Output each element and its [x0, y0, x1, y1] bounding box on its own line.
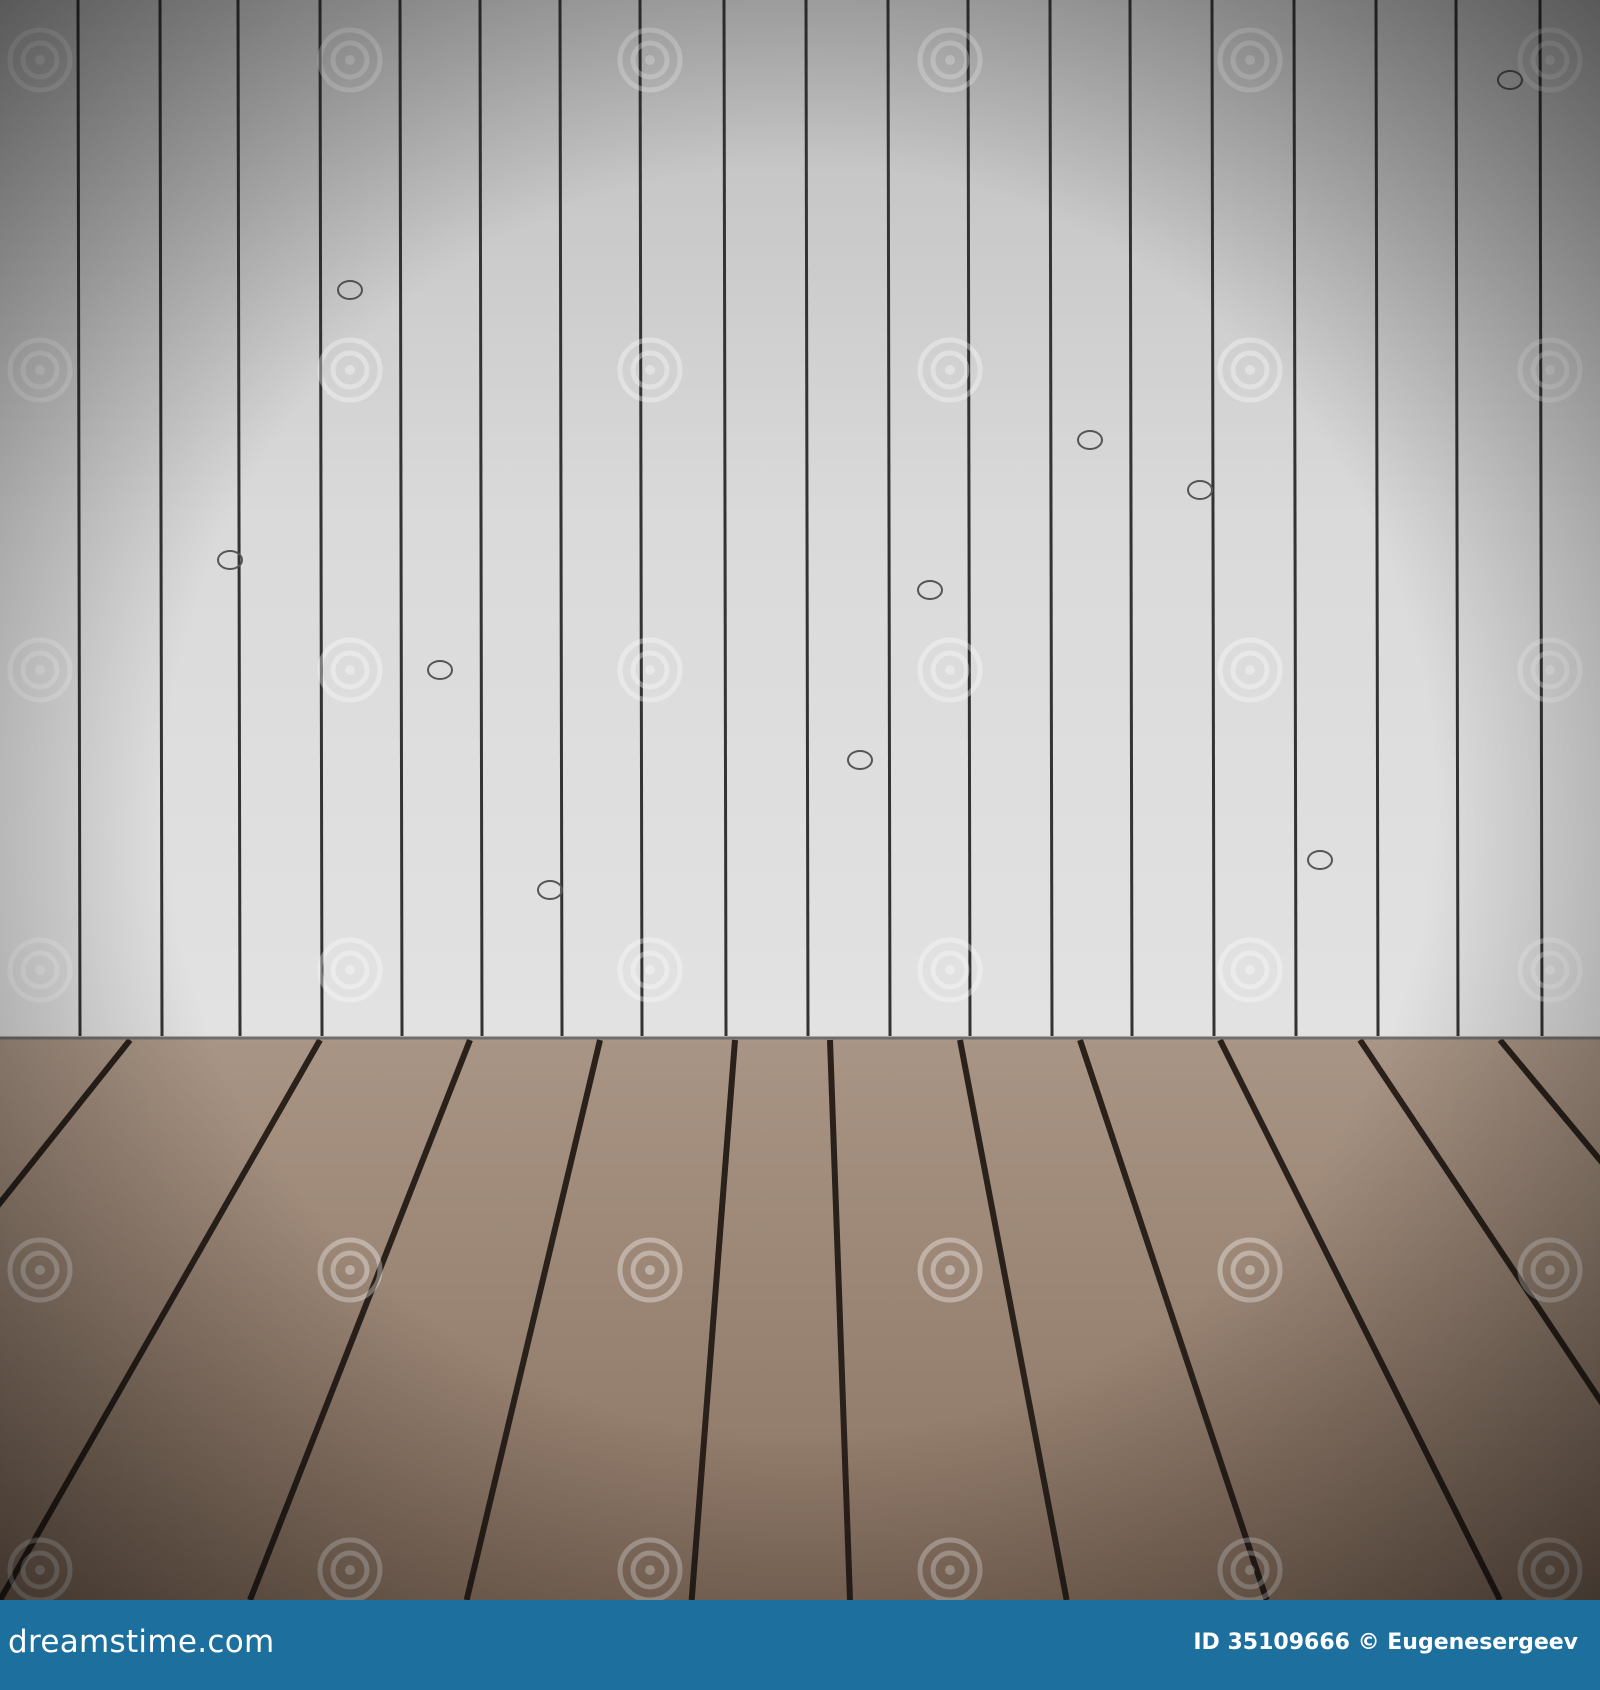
image-id-label: ID 35109666 © Eugenesergeev — [1193, 1630, 1578, 1655]
vignette — [0, 0, 1600, 1600]
photo-scene — [0, 0, 1600, 1600]
site-label[interactable]: dreamstime.com — [8, 1624, 274, 1660]
footer-bar: dreamstime.com ID 35109666 © Eugeneserge… — [0, 1600, 1600, 1690]
